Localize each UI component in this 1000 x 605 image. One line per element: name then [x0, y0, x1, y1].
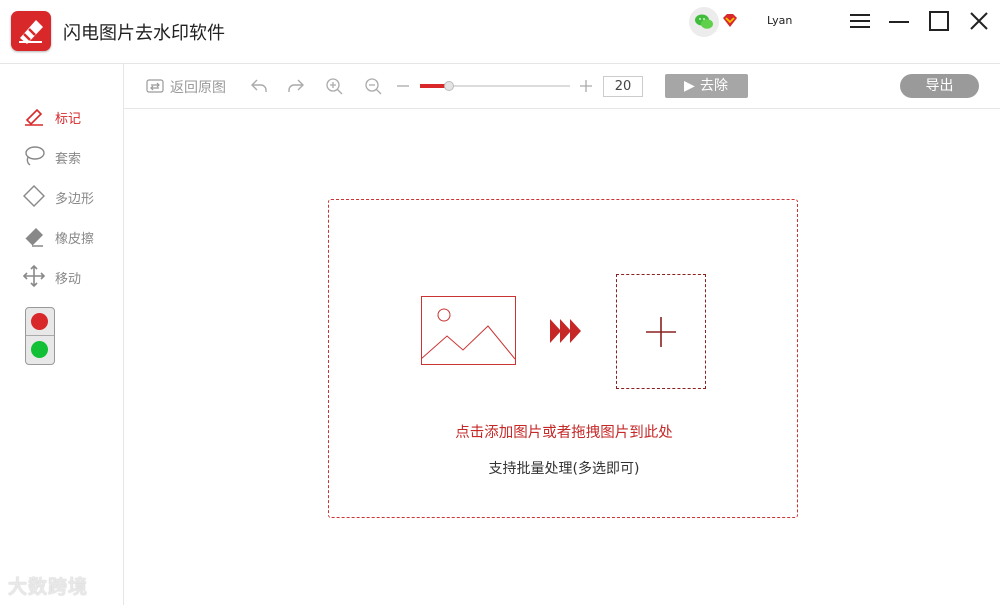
undo-icon[interactable] — [249, 76, 269, 96]
minimize-icon[interactable] — [886, 9, 912, 35]
brush-size-plus-icon[interactable] — [578, 76, 594, 96]
polygon-icon — [22, 184, 46, 208]
plus-icon — [646, 317, 676, 347]
back-to-original-button[interactable]: 返回原图 — [146, 76, 236, 96]
brush-size-minus-icon[interactable] — [395, 76, 411, 96]
zoom-in-icon[interactable] — [324, 76, 344, 96]
maximize-icon[interactable] — [926, 9, 952, 35]
batch-hint: 支持批量处理(多选即可) — [488, 461, 640, 477]
remove-label: 去除 — [700, 78, 728, 94]
brush-size-input[interactable]: 20 — [603, 76, 643, 97]
add-image-button[interactable] — [616, 274, 706, 389]
menu-icon[interactable] — [847, 9, 873, 35]
tool-label: 标记 — [55, 112, 82, 127]
export-button[interactable]: 导出 — [900, 74, 979, 98]
app-title: 闪电图片去水印软件 — [63, 23, 225, 44]
eraser-icon — [22, 224, 46, 248]
app-logo — [11, 11, 51, 51]
red-light-icon[interactable] — [31, 313, 48, 330]
watermark-text: 大数跨境 — [8, 576, 89, 598]
zoom-out-icon[interactable] — [363, 76, 383, 96]
wechat-icon[interactable] — [689, 7, 719, 37]
marker-pen-icon — [22, 104, 46, 128]
tool-label: 橡皮擦 — [55, 232, 95, 247]
image-toolbar: 返回原图 20 ▶ 去除 导出 — [124, 64, 1000, 109]
user-name[interactable]: Lyan — [767, 14, 792, 27]
green-light-icon[interactable] — [31, 341, 48, 358]
divider — [26, 335, 54, 336]
tool-label: 移动 — [55, 272, 82, 287]
image-drop-zone[interactable]: 点击添加图片或者拖拽图片到此处 支持批量处理(多选即可) — [328, 199, 798, 518]
tool-label: 套索 — [55, 152, 82, 167]
lasso-icon — [22, 144, 46, 168]
back-label: 返回原图 — [170, 80, 226, 96]
tool-lasso[interactable]: 套索 — [22, 144, 118, 168]
move-arrows-icon — [22, 264, 46, 288]
tool-mark[interactable]: 标记 — [22, 104, 118, 128]
remove-button[interactable]: ▶ 去除 — [665, 74, 748, 98]
triple-arrow-icon — [550, 319, 583, 347]
vip-badge-icon[interactable] — [720, 11, 740, 31]
status-light-toggle[interactable] — [25, 307, 55, 365]
tool-label: 多边形 — [55, 192, 95, 207]
title-bar: 闪电图片去水印软件 Lyan — [0, 0, 1000, 64]
tool-sidebar: 标记 套索 多边形 橡皮擦 移动 — [0, 64, 124, 605]
tool-polygon[interactable]: 多边形 — [22, 184, 118, 208]
close-icon[interactable] — [966, 9, 992, 35]
tool-move[interactable]: 移动 — [22, 264, 118, 288]
watermark-logo: 大数跨境 — [8, 572, 88, 599]
tool-eraser[interactable]: 橡皮擦 — [22, 224, 118, 248]
redo-icon[interactable] — [286, 76, 306, 96]
play-icon: ▶ — [684, 78, 695, 94]
drop-instruction: 点击添加图片或者拖拽图片到此处 — [455, 425, 673, 441]
restore-icon — [146, 77, 164, 99]
image-placeholder-icon — [420, 296, 517, 370]
brush-size-slider[interactable] — [420, 76, 570, 96]
